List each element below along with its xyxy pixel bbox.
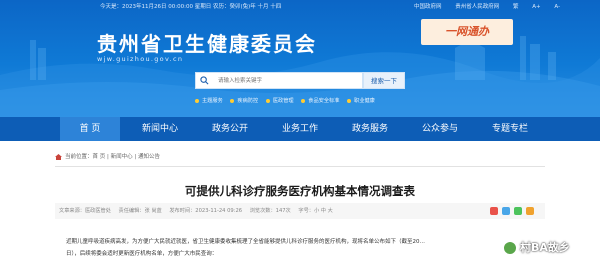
top-links: 中国政府网 贵州省人民政府网 繁 A+ A- [414,0,572,14]
font-larger[interactable]: A+ [532,4,540,10]
link-gov-cn[interactable]: 中国政府网 [414,4,442,10]
bullet-icon [347,98,352,103]
nav-gov-affairs[interactable]: 政务公开 [200,117,260,141]
breadcrumb-notices[interactable]: 通知公告 [138,154,160,160]
search-icon [200,76,209,85]
divider [55,166,545,167]
quick-link-item[interactable]: 主题服务 [202,98,223,104]
bullet-icon [265,98,270,103]
share-qzone-icon[interactable] [502,207,510,215]
home-icon [55,153,62,160]
site-title[interactable]: 贵州省卫生健康委员会 [97,28,317,57]
nav-special-topics[interactable]: 专题专栏 [480,117,540,141]
article-paragraph: 近期儿童呼吸道疾病高发，为方便广大民就近就医，省卫生健康委收集梳理了全省能够提供… [66,239,426,245]
bullet-icon [301,98,306,103]
share-more-icon[interactable] [526,207,534,215]
quick-link-item[interactable]: 疾病防控 [237,98,258,104]
publish-time: 发布时间：2023-11-24 09:26 [169,208,243,214]
one-stop-service-banner[interactable]: 一网通办 [421,19,513,45]
top-info-bar: 今天是：2023年11月26日 00:00:00 星期日 农历：癸卯(兔)年 十… [0,0,600,14]
font-size-switch[interactable]: 字号：小 中 大 [298,208,332,214]
current-date: 今天是：2023年11月26日 00:00:00 星期日 农历：癸卯(兔)年 十… [100,4,282,10]
search-input[interactable] [195,72,363,89]
nav-news[interactable]: 新闻中心 [130,117,190,141]
link-guizhou-gov[interactable]: 贵州省人民政府网 [455,4,499,10]
article-title: 可提供儿科诊疗服务医疗机构基本情况调查表 [185,184,415,198]
site-header: 今天是：2023年11月26日 00:00:00 星期日 农历：癸卯(兔)年 十… [0,0,600,117]
quick-link-item[interactable]: 职业健康 [354,98,375,104]
bullet-icon [230,98,235,103]
font-smaller[interactable]: A- [554,4,560,10]
bullet-icon [195,98,199,103]
breadcrumb-label: 当前位置： [65,154,93,160]
lang-traditional[interactable]: 繁 [513,4,519,10]
quick-links: 主题服务 疾病防控 医政管理 食品安全标准 职业健康 [195,95,375,107]
article-editor: 责任编辑：张 尚蓝 [118,208,162,214]
share-weibo-icon[interactable] [490,207,498,215]
quick-link-item[interactable]: 医政管理 [273,98,294,104]
article-meta: 文章来源：医政医管处 责任编辑：张 尚蓝 发布时间：2023-11-24 09:… [55,203,545,219]
search-button[interactable]: 搜索一下 [363,72,405,89]
breadcrumb: 当前位置：首 页 | 新闻中心 | 通知公告 [55,152,160,162]
watermark-logo-icon [503,241,517,255]
article-source: 文章来源：医政医管处 [59,208,111,214]
breadcrumb-news[interactable]: 新闻中心 [111,154,133,160]
view-count: 浏览次数：147次 [249,208,291,214]
main-nav: 首 页 新闻中心 政务公开 业务工作 政务服务 公众参与 专题专栏 [0,117,600,141]
nav-services[interactable]: 政务服务 [340,117,400,141]
watermark: 村BA故乡 [503,238,595,258]
nav-home[interactable]: 首 页 [60,117,120,141]
breadcrumb-home[interactable]: 首 页 [93,154,106,160]
nav-public-participation[interactable]: 公众参与 [410,117,470,141]
watermark-text: 村BA故乡 [520,241,570,254]
site-domain: wjw.guizhou.gov.cn [97,55,184,63]
article-paragraph: 日），后续将委会适时更新医疗机构名单，方便广大市民查询： [66,251,218,257]
nav-business[interactable]: 业务工作 [270,117,330,141]
quick-link-item[interactable]: 食品安全标准 [308,98,339,104]
article-body: 近期儿童呼吸道疾病高发，为方便广大民就近就医，省卫生健康委收集梳理了全省能够提供… [55,236,545,260]
share-wechat-icon[interactable] [514,207,522,215]
